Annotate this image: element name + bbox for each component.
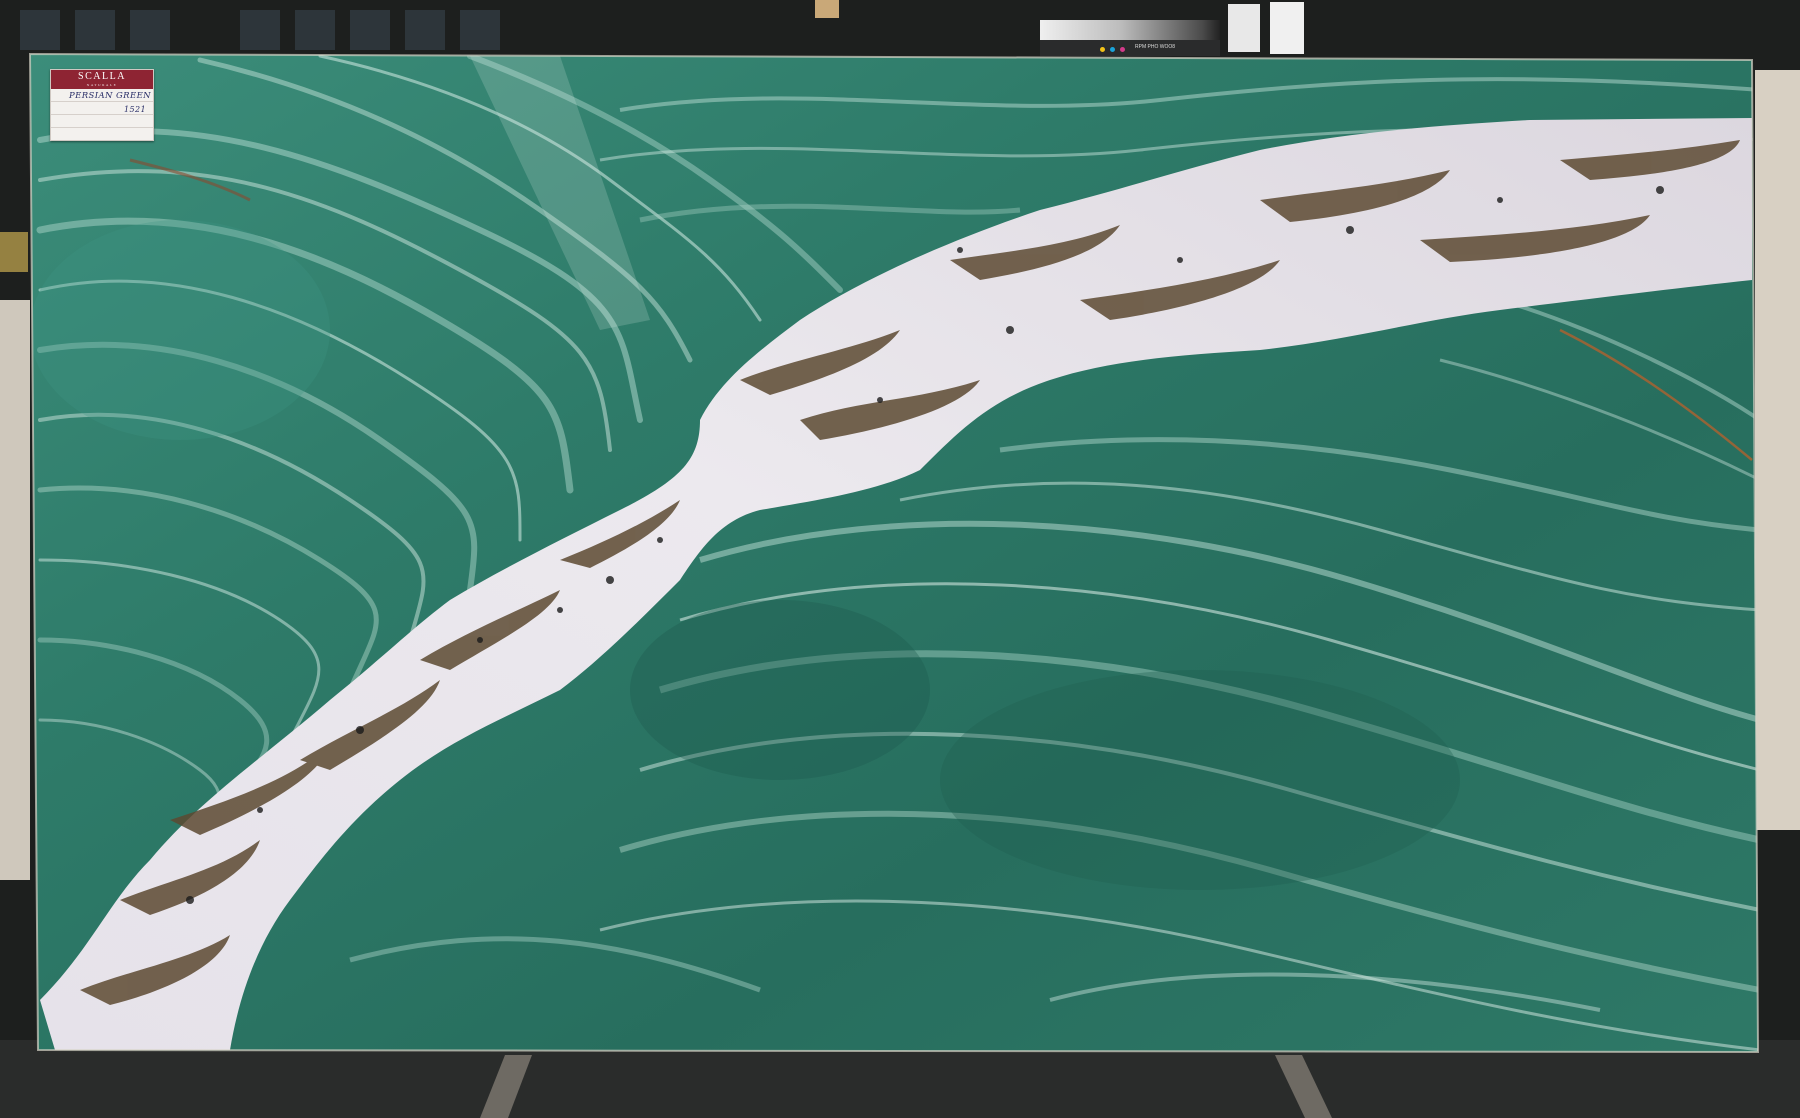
stone-slab [28,52,1760,1054]
label-number: 1521 [124,105,146,114]
dark-pool [630,600,930,780]
label-row-blank [51,115,153,128]
dark-pool [940,670,1460,890]
light-pool [30,220,330,440]
label-brand: SCALLA [78,71,126,82]
label-row-number: 1521 [51,102,153,115]
label-material: PERSIAN GREEN [69,91,152,101]
label-header: SCALLA NATURALE [51,70,153,89]
label-row-material: PERSIAN GREEN [51,89,153,102]
slab-label-card: SCALLA NATURALE PERSIAN GREEN 1521 [50,69,154,141]
label-brand-sub: NATURALE [86,83,118,87]
